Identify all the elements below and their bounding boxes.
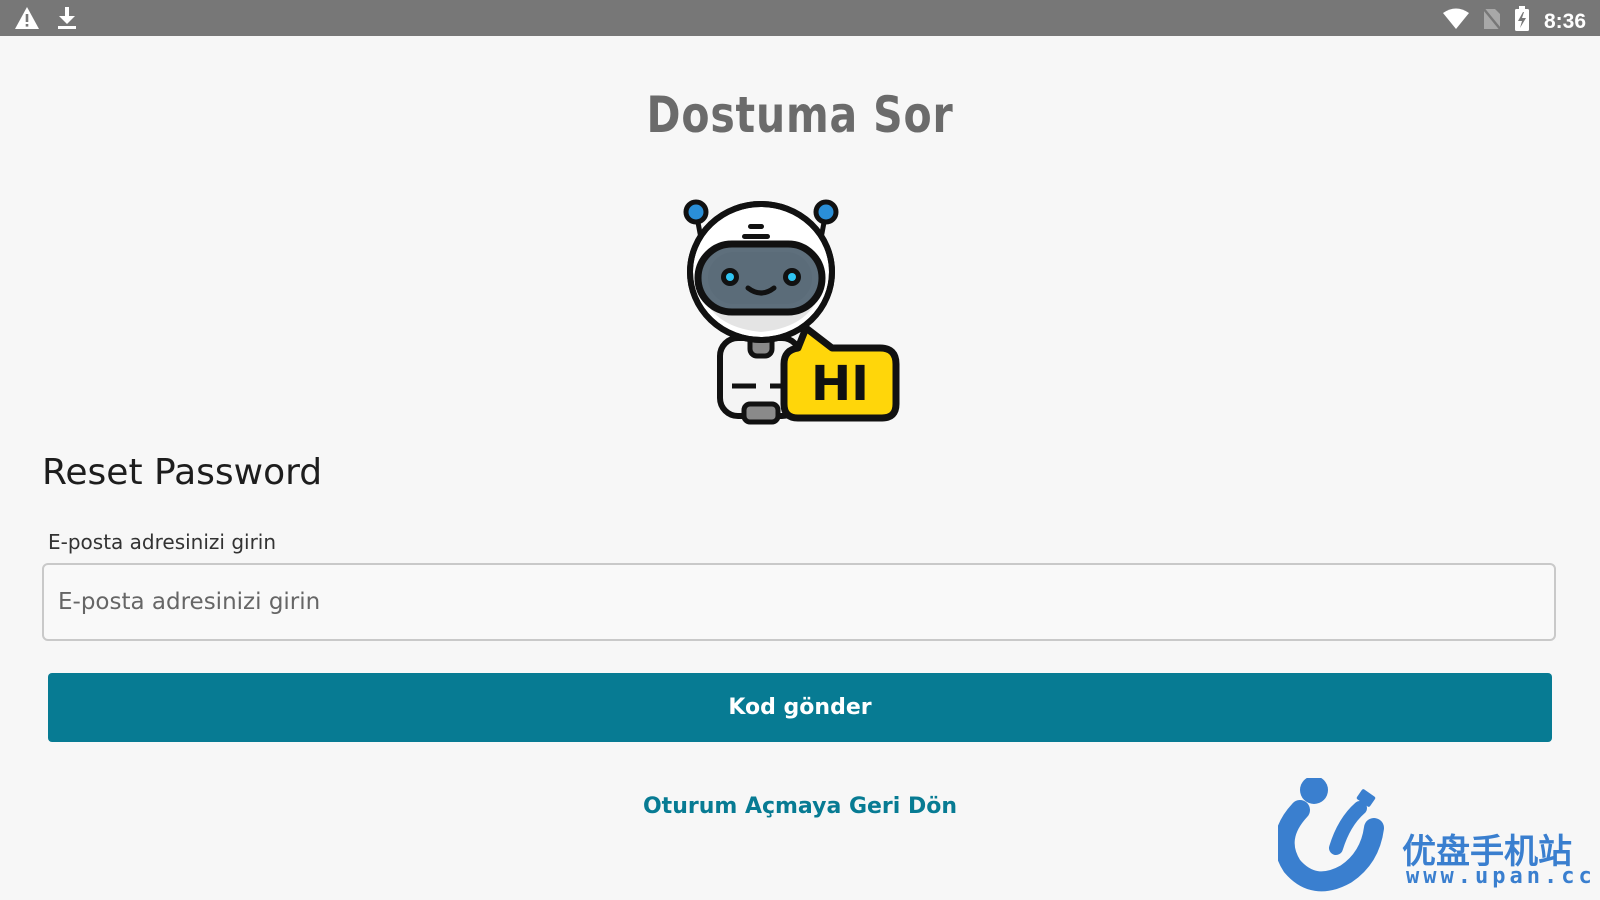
send-code-button[interactable]: Kod gönder [48,673,1552,742]
warning-icon [14,6,40,35]
back-to-login-link[interactable]: Oturum Açmaya Geri Dön [643,794,957,819]
upan-logo-icon [1278,778,1384,892]
status-bar: 8:36 [0,0,1600,36]
no-sim-icon [1482,7,1502,36]
clock-time: 8:36 [1543,9,1586,33]
watermark: 优盘手机站 www.upan.cc [1278,778,1598,900]
status-right-icons: 8:36 [1442,6,1586,37]
battery-charging-icon [1514,6,1530,37]
wifi-icon [1442,8,1470,35]
robot-mascot-logo: HI [680,198,920,430]
watermark-url: www.upan.cc [1406,864,1596,889]
email-field[interactable] [42,563,1556,641]
app-title: Dostuma Sor [646,86,954,144]
download-icon [56,6,78,35]
mascot-bubble-text: HI [811,356,869,412]
page-title: Reset Password [42,452,323,493]
status-left-icons [14,6,78,35]
email-field-label: E-posta adresinizi girin [48,530,277,554]
